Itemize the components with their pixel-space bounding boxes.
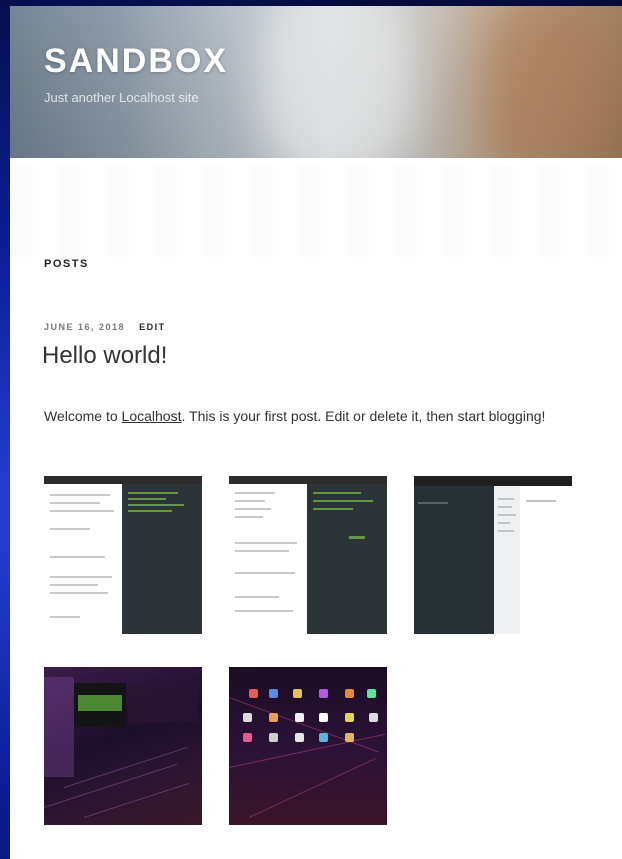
post-text-rest: . This is your first post. Edit or delet… [181, 408, 546, 424]
post-content: Welcome to Localhost. This is your first… [44, 404, 604, 428]
site-title[interactable]: SANDBOX [44, 42, 228, 81]
site-header: SANDBOX Just another Localhost site [10, 6, 622, 158]
browser-page: SANDBOX Just another Localhost site POST… [10, 6, 622, 859]
post-meta: JUNE 16, 2018 EDIT [44, 322, 166, 332]
gallery-image-5[interactable] [229, 667, 387, 825]
localhost-link[interactable]: Localhost [122, 408, 182, 424]
background-texture [10, 166, 622, 256]
header-image-shadow [480, 6, 620, 158]
header-image-highlight [260, 6, 410, 158]
post-title[interactable]: Hello world! [42, 342, 167, 370]
post-text-intro: Welcome to [44, 408, 122, 424]
post-date[interactable]: JUNE 16, 2018 [44, 322, 125, 332]
site-tagline: Just another Localhost site [44, 90, 199, 105]
posts-heading: POSTS [44, 258, 89, 270]
gallery-image-1[interactable] [44, 476, 202, 634]
edit-link[interactable]: EDIT [139, 322, 166, 332]
gallery-image-3[interactable] [414, 476, 572, 634]
gallery-image-4[interactable] [44, 667, 202, 825]
screen-background: SANDBOX Just another Localhost site POST… [0, 0, 622, 859]
gallery-image-2[interactable] [229, 476, 387, 634]
